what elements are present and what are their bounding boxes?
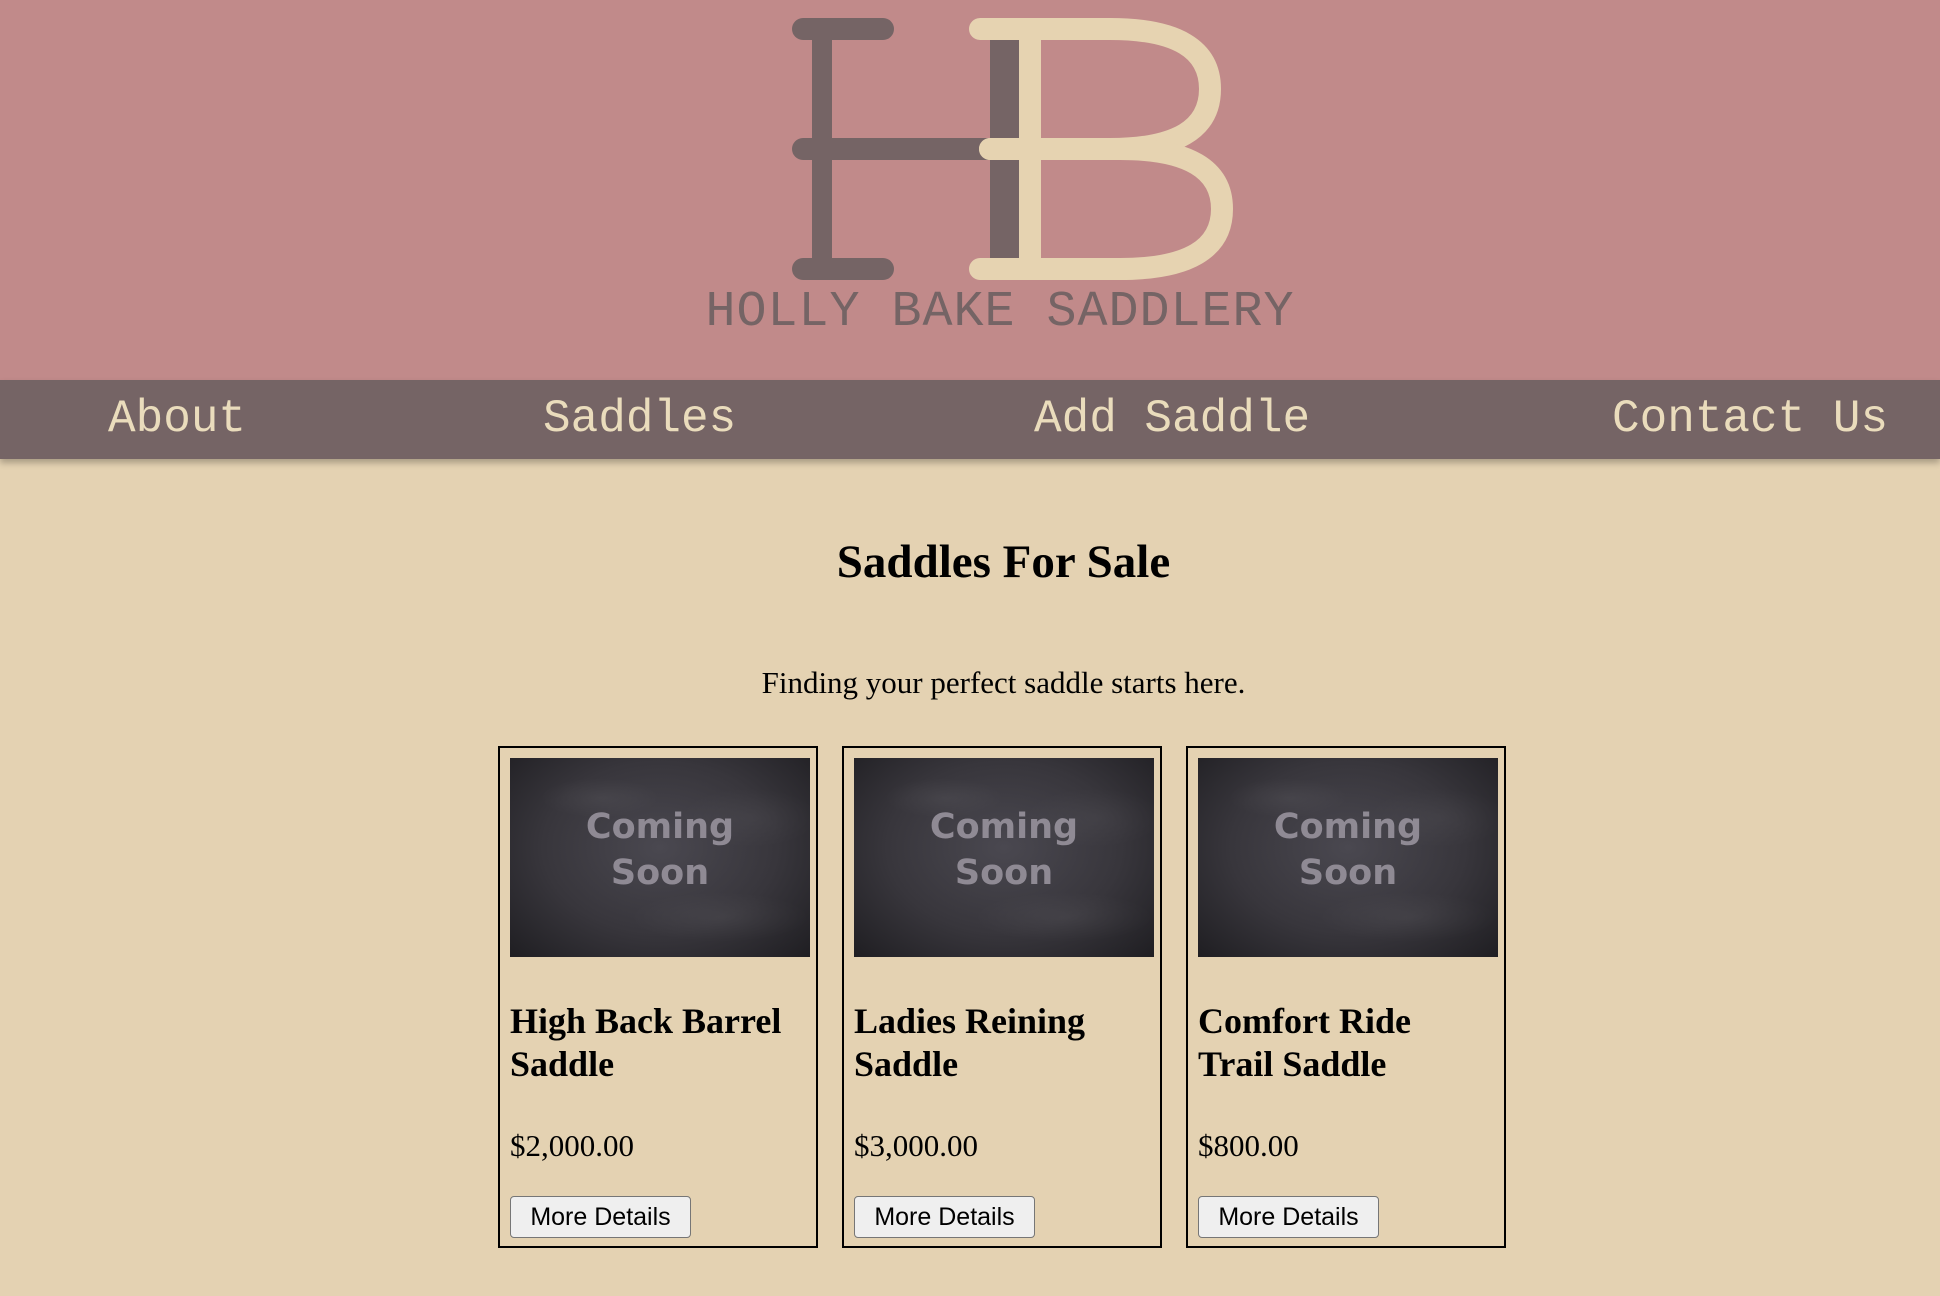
nav-saddles[interactable]: Saddles (543, 380, 736, 459)
product-name-line1: Ladies Reining (854, 1001, 1086, 1041)
product-price: $800.00 (1198, 1128, 1299, 1163)
nav-about[interactable]: About (108, 380, 246, 459)
product-name-line1: High Back Barrel (510, 1001, 782, 1041)
nav-add-saddle[interactable]: Add Saddle (1034, 380, 1310, 459)
coming-soon-line2: Soon (1298, 853, 1398, 893)
coming-soon-line1: Coming (1273, 807, 1423, 847)
more-details-button[interactable]: More Details (854, 1196, 1035, 1238)
more-details-button[interactable]: More Details (510, 1196, 691, 1238)
product-price: $2,000.00 (510, 1128, 634, 1163)
product-card: Coming Soon Comfort Ride Trail Saddle $8… (1186, 746, 1506, 1248)
brand-logo[interactable]: HOLLY BAKE SADDLERY (0, 0, 1940, 380)
product-name-line1: Comfort Ride (1198, 1001, 1411, 1041)
product-card: Coming Soon High Back Barrel Saddle $2,0… (498, 746, 818, 1248)
product-name-line2: Saddle (510, 1044, 615, 1084)
coming-soon-line2: Soon (954, 853, 1054, 893)
product-name: Ladies Reining Saddle (854, 1000, 1154, 1086)
main-nav: About Saddles Add Saddle Contact Us (0, 380, 1940, 459)
coming-soon-line1: Coming (929, 807, 1079, 847)
coming-soon-line1: Coming (585, 807, 735, 847)
intro-text: Finding your perfect saddle starts here. (761, 665, 1246, 700)
product-price: $3,000.00 (854, 1128, 978, 1163)
more-details-button[interactable]: More Details (1198, 1196, 1379, 1238)
product-card: Coming Soon Ladies Reining Saddle $3,000… (842, 746, 1162, 1248)
product-image-placeholder: Coming Soon (854, 758, 1154, 957)
product-name: High Back Barrel Saddle (510, 1000, 810, 1086)
product-image-placeholder: Coming Soon (1198, 758, 1498, 957)
product-image-placeholder: Coming Soon (510, 758, 810, 957)
product-name-line2: Saddle (854, 1044, 959, 1084)
page-title: Saddles For Sale (836, 536, 1171, 588)
product-name: Comfort Ride Trail Saddle (1198, 1000, 1498, 1086)
product-name-line2: Trail Saddle (1198, 1044, 1387, 1084)
site-header: HOLLY BAKE SADDLERY (0, 0, 1940, 380)
brand-name: HOLLY BAKE SADDLERY (705, 284, 1294, 341)
nav-contact-us[interactable]: Contact Us (1612, 380, 1888, 459)
coming-soon-line2: Soon (610, 853, 710, 893)
